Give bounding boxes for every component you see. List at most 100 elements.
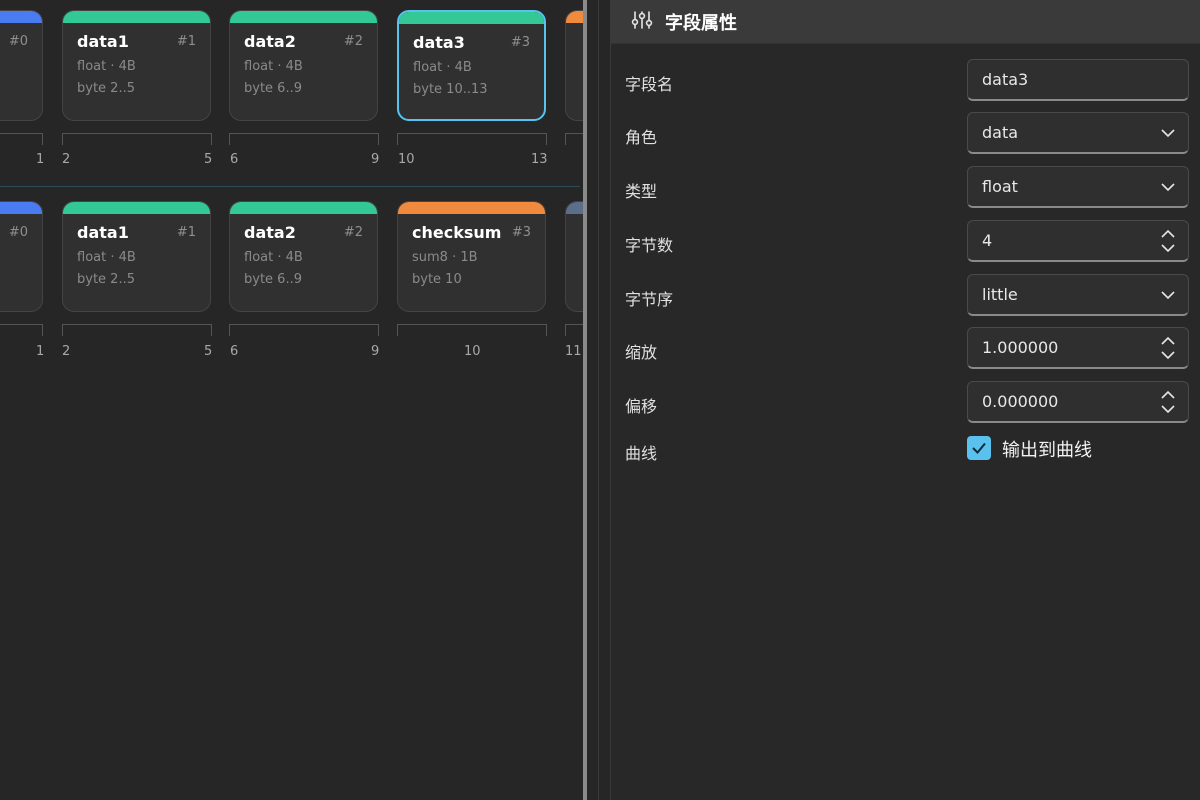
field-index: #0 — [8, 225, 28, 240]
field-name: data3 — [413, 33, 465, 52]
frame-row-2: #0 data1 #1 float · 4B byte 2..5 data2 #… — [0, 191, 586, 381]
offset-label: 偏移 — [625, 397, 658, 416]
type-value: float — [982, 177, 1018, 196]
byte-tick: 13 — [531, 152, 548, 167]
field-color-bar — [63, 11, 210, 23]
field-color-bar — [230, 202, 377, 214]
byte-bracket — [229, 133, 379, 145]
byte-bracket — [229, 324, 379, 336]
role-select[interactable]: data — [967, 112, 1189, 154]
field-color-bar — [399, 12, 544, 24]
checkmark-icon — [972, 442, 986, 454]
field-card-data3-selected[interactable]: data3 #3 float · 4B byte 10..13 — [397, 10, 546, 121]
spin-arrows-icon[interactable] — [1160, 389, 1176, 415]
field-type: float · 4B — [77, 250, 136, 265]
byte-tick: 9 — [371, 152, 380, 167]
byte-bracket — [62, 133, 212, 145]
byte-tick: 2 — [62, 344, 71, 359]
field-index: #1 — [176, 225, 196, 240]
byte-tick: 6 — [230, 152, 239, 167]
field-byte-range: byte 10..13 — [413, 82, 488, 97]
field-card-data2[interactable]: data2 #2 float · 4B byte 6..9 — [229, 201, 378, 312]
field-card-data1[interactable]: data1 #1 float · 4B byte 2..5 — [62, 10, 211, 121]
byte-tick: 1 — [36, 152, 45, 167]
field-name: checksum — [412, 223, 502, 242]
byte-tick: 1 — [36, 344, 45, 359]
field-card-checksum[interactable]: checksum #3 sum8 · 1B byte 10 — [397, 201, 546, 312]
byte-tick: 10 — [398, 152, 415, 167]
type-select[interactable]: float — [967, 166, 1189, 208]
curve-output-checkbox[interactable] — [967, 436, 991, 460]
field-index: #0 — [8, 34, 28, 49]
field-byte-range: byte 2..5 — [77, 81, 135, 96]
field-name: data1 — [77, 223, 129, 242]
scale-spinbox[interactable]: 1.000000 — [967, 327, 1189, 369]
properties-panel: 字段属性 字段名 data3 角色 data 类型 float 字节数 4 字节… — [610, 0, 1200, 800]
role-label: 角色 — [625, 128, 658, 147]
field-color-bar — [0, 11, 42, 23]
byte-bracket — [0, 133, 43, 145]
field-type: float · 4B — [244, 250, 303, 265]
spin-arrows-icon[interactable] — [1160, 335, 1176, 361]
field-index: #2 — [343, 34, 363, 49]
endian-value: little — [982, 285, 1018, 304]
endian-label: 字节序 — [625, 290, 674, 309]
field-index: #3 — [511, 225, 531, 240]
field-color-bar — [398, 202, 545, 214]
frame-row-1: #0 data1 #1 float · 4B byte 2..5 data2 #… — [0, 0, 586, 190]
curve-output-label[interactable]: 输出到曲线 — [1002, 436, 1092, 462]
field-name-label: 字段名 — [625, 75, 674, 94]
byte-tick: 5 — [204, 344, 213, 359]
byte-bracket — [397, 324, 547, 336]
chevron-down-icon — [1161, 291, 1175, 300]
byte-tick: 6 — [230, 344, 239, 359]
field-type: float · 4B — [77, 59, 136, 74]
chevron-down-icon — [1161, 129, 1175, 138]
field-card-data2[interactable]: data2 #2 float · 4B byte 6..9 — [229, 10, 378, 121]
role-value: data — [982, 123, 1019, 142]
field-color-bar — [63, 202, 210, 214]
byte-tick: 11 — [565, 344, 582, 359]
field-card-data1[interactable]: data1 #1 float · 4B byte 2..5 — [62, 201, 211, 312]
field-index: #2 — [343, 225, 363, 240]
field-byte-range: byte 6..9 — [244, 272, 302, 287]
field-name: data1 — [77, 32, 129, 51]
panel-title: 字段属性 — [665, 13, 737, 34]
type-label: 类型 — [625, 182, 658, 201]
field-card-header[interactable]: #0 — [0, 10, 43, 121]
byte-tick: 10 — [464, 344, 481, 359]
sliders-icon — [631, 11, 653, 29]
field-type: sum8 · 1B — [412, 250, 478, 265]
scale-value: 1.000000 — [982, 338, 1059, 357]
field-name-input[interactable]: data3 — [967, 59, 1189, 101]
field-name: data2 — [244, 223, 296, 242]
offset-value: 0.000000 — [982, 392, 1059, 411]
scale-label: 缩放 — [625, 343, 658, 362]
byte-tick: 9 — [371, 344, 380, 359]
frame-layout-panel: #0 data1 #1 float · 4B byte 2..5 data2 #… — [0, 0, 586, 800]
field-index: #3 — [510, 35, 530, 50]
field-color-bar — [0, 202, 42, 214]
field-name: data2 — [244, 32, 296, 51]
spin-arrows-icon[interactable] — [1160, 228, 1176, 254]
properties-header: 字段属性 — [611, 0, 1200, 44]
splitter-gap — [587, 0, 610, 800]
curve-label: 曲线 — [625, 444, 658, 463]
field-index: #1 — [176, 34, 196, 49]
row-separator — [0, 186, 580, 187]
offset-spinbox[interactable]: 0.000000 — [967, 381, 1189, 423]
byte-count-value: 4 — [982, 231, 993, 250]
field-color-bar — [230, 11, 377, 23]
byte-tick: 2 — [62, 152, 71, 167]
chevron-down-icon — [1161, 183, 1175, 192]
byte-bracket — [397, 133, 547, 145]
byte-count-spinbox[interactable]: 4 — [967, 220, 1189, 262]
field-byte-range: byte 2..5 — [77, 272, 135, 287]
field-type: float · 4B — [413, 60, 472, 75]
byte-tick: 5 — [204, 152, 213, 167]
byte-count-label: 字节数 — [625, 236, 674, 255]
field-card-header[interactable]: #0 — [0, 201, 43, 312]
field-type: float · 4B — [244, 59, 303, 74]
endian-select[interactable]: little — [967, 274, 1189, 316]
field-byte-range: byte 6..9 — [244, 81, 302, 96]
